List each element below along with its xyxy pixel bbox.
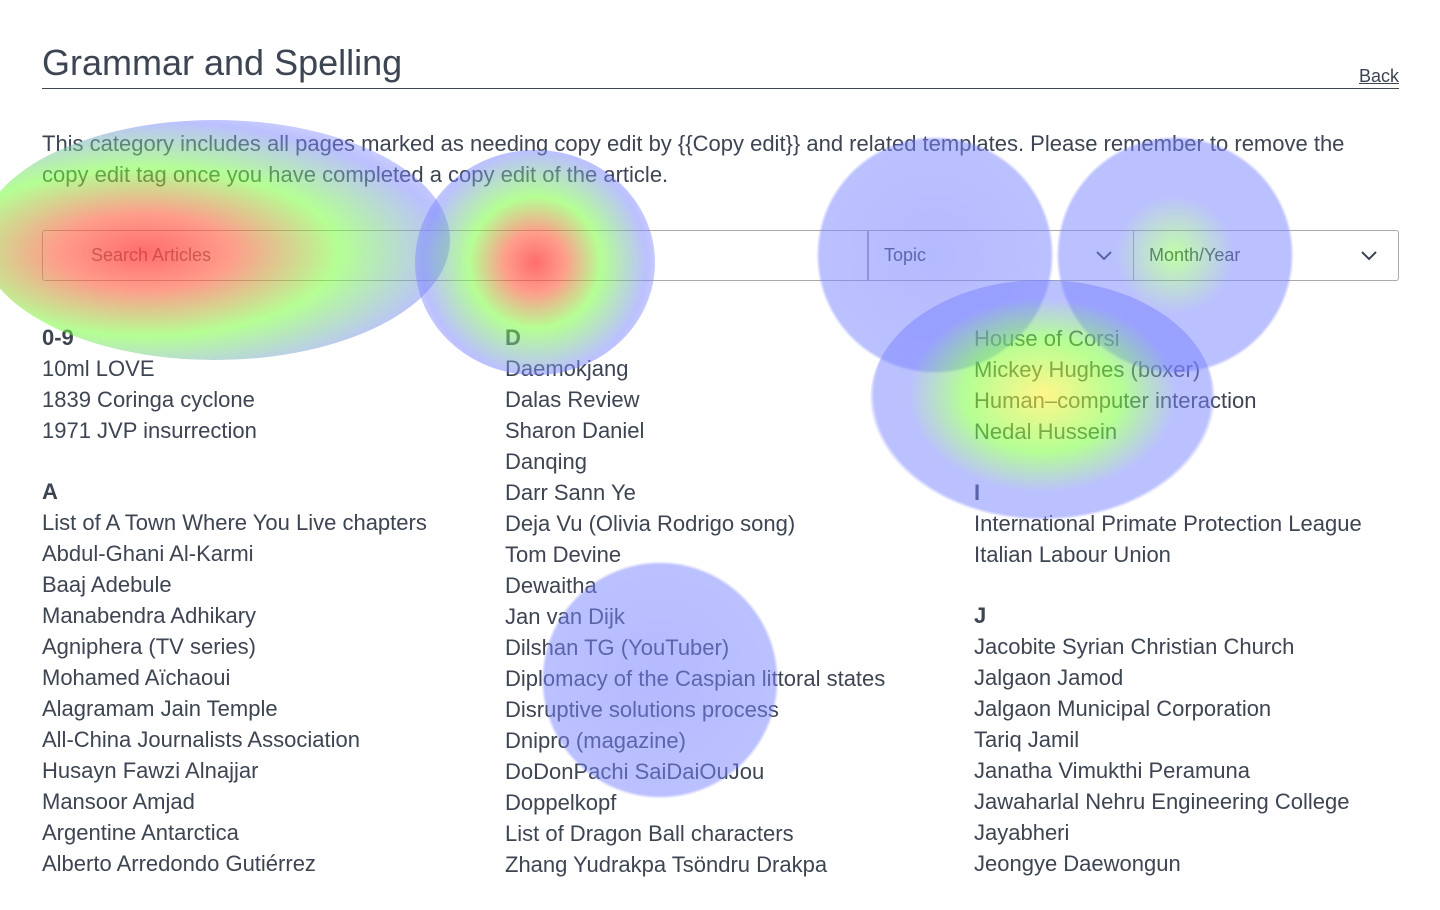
- article-link[interactable]: Jalgaon Municipal Corporation: [974, 693, 1414, 724]
- article-link[interactable]: 1971 JVP insurrection: [42, 415, 482, 446]
- article-link[interactable]: Dnipro (magazine): [505, 725, 945, 756]
- letter-heading: I: [974, 480, 981, 505]
- article-link[interactable]: Dewaitha: [505, 570, 945, 601]
- letter-heading: J: [974, 603, 987, 628]
- article-link[interactable]: Sharon Daniel: [505, 415, 945, 446]
- category-description: This category includes all pages marked …: [42, 131, 1345, 187]
- month-year-select-label: Month/Year: [1149, 245, 1241, 265]
- article-link[interactable]: Dalas Review: [505, 384, 945, 415]
- search-input[interactable]: [42, 230, 868, 281]
- article-link[interactable]: DoDonPachi SaiDaiOuJou: [505, 756, 945, 787]
- letter-group: House of Corsi Mickey Hughes (boxer) Human…: [974, 323, 1414, 447]
- article-link[interactable]: Doppelkopf: [505, 787, 945, 818]
- article-link[interactable]: Mickey Hughes (boxer): [974, 354, 1414, 385]
- article-link[interactable]: House of Corsi: [974, 323, 1414, 354]
- letter-group: D Daemokjang Dalas Review Sharon Daniel Danq…: [505, 322, 945, 880]
- letter-group: 0-9 10ml LOVE 1839 Coringa cyclone 1971 JVP…: [42, 322, 482, 446]
- article-list: Jacobite Syrian Christian Church Jalgaon …: [974, 631, 1414, 879]
- article-link[interactable]: All-China Journalists Association: [42, 724, 482, 755]
- article-link[interactable]: Jeongye Daewongun: [974, 848, 1414, 879]
- article-link[interactable]: Husayn Fawzi Alnajjar: [42, 755, 482, 786]
- article-link[interactable]: Abdul-Ghani Al-Karmi: [42, 538, 482, 569]
- page-title: Grammar and Spelling: [42, 42, 403, 83]
- letter-group: I International Primate Protection League…: [974, 477, 1414, 570]
- back-link[interactable]: Back: [1359, 66, 1399, 87]
- letter-group: J Jacobite Syrian Christian Church Jalgaon…: [974, 600, 1414, 879]
- page-header: Grammar and Spelling Back: [42, 40, 1399, 89]
- article-link[interactable]: Nedal Hussein: [974, 416, 1414, 447]
- month-year-select[interactable]: Month/Year: [1133, 230, 1399, 281]
- letter-heading: 0-9: [42, 325, 74, 350]
- article-link[interactable]: Diplomacy of the Caspian littoral states: [505, 663, 945, 694]
- article-link[interactable]: Jalgaon Jamod: [974, 662, 1414, 693]
- article-link[interactable]: Disruptive solutions process: [505, 694, 945, 725]
- article-link[interactable]: International Primate Protection League: [974, 508, 1414, 539]
- article-link[interactable]: Tariq Jamil: [974, 724, 1414, 755]
- article-link[interactable]: Zhang Yudrakpa Tsöndru Drakpa: [505, 849, 945, 880]
- topic-select-label: Topic: [884, 245, 927, 265]
- article-link[interactable]: Tom Devine: [505, 539, 945, 570]
- chevron-down-icon: [1096, 251, 1112, 261]
- article-link[interactable]: Dilshan TG (YouTuber): [505, 632, 945, 663]
- topic-select[interactable]: Topic: [868, 230, 1134, 281]
- article-link[interactable]: Alagramam Jain Temple: [42, 693, 482, 724]
- article-list: 10ml LOVE 1839 Coringa cyclone 1971 JVP in…: [42, 353, 482, 446]
- article-link[interactable]: 10ml LOVE: [42, 353, 482, 384]
- article-link[interactable]: Danqing: [505, 446, 945, 477]
- article-link[interactable]: List of A Town Where You Live chapters: [42, 507, 482, 538]
- article-link[interactable]: Alberto Arredondo Gutiérrez: [42, 848, 482, 879]
- article-link[interactable]: Agniphera (TV series): [42, 631, 482, 662]
- article-link[interactable]: Jayabheri: [974, 817, 1414, 848]
- article-link[interactable]: List of Dragon Ball characters: [505, 818, 945, 849]
- article-link[interactable]: Darr Sann Ye: [505, 477, 945, 508]
- article-link[interactable]: Janatha Vimukthi Peramuna: [974, 755, 1414, 786]
- article-link[interactable]: Manabendra Adhikary: [42, 600, 482, 631]
- article-column-1: 0-9 10ml LOVE 1839 Coringa cyclone 1971 JVP…: [42, 322, 482, 909]
- article-column-2: D Daemokjang Dalas Review Sharon Daniel Danq…: [505, 322, 945, 910]
- article-link[interactable]: Daemokjang: [505, 353, 945, 384]
- article-list: List of A Town Where You Live chapters Ab…: [42, 507, 482, 879]
- article-link[interactable]: Human–computer interaction: [974, 385, 1414, 416]
- article-link[interactable]: Italian Labour Union: [974, 539, 1414, 570]
- article-column-3: House of Corsi Mickey Hughes (boxer) Human…: [974, 323, 1414, 909]
- article-link[interactable]: 1839 Coringa cyclone: [42, 384, 482, 415]
- article-link[interactable]: Jawaharlal Nehru Engineering College: [974, 786, 1414, 817]
- article-list: International Primate Protection League I…: [974, 508, 1414, 570]
- letter-group: A List of A Town Where You Live chapters A…: [42, 476, 482, 879]
- article-list: House of Corsi Mickey Hughes (boxer) Human…: [974, 323, 1414, 447]
- article-link[interactable]: Baaj Adebule: [42, 569, 482, 600]
- chevron-down-icon: [1361, 251, 1377, 261]
- article-link[interactable]: Mansoor Amjad: [42, 786, 482, 817]
- article-link[interactable]: Mohamed Aïchaoui: [42, 662, 482, 693]
- filter-bar: Topic Month/Year: [42, 230, 1399, 281]
- article-link[interactable]: Jacobite Syrian Christian Church: [974, 631, 1414, 662]
- article-list: Daemokjang Dalas Review Sharon Daniel Danqi…: [505, 353, 945, 880]
- letter-heading: D: [505, 325, 521, 350]
- article-link[interactable]: Deja Vu (Olivia Rodrigo song): [505, 508, 945, 539]
- article-link[interactable]: Jan van Dijk: [505, 601, 945, 632]
- letter-heading: A: [42, 479, 58, 504]
- article-link[interactable]: Argentine Antarctica: [42, 817, 482, 848]
